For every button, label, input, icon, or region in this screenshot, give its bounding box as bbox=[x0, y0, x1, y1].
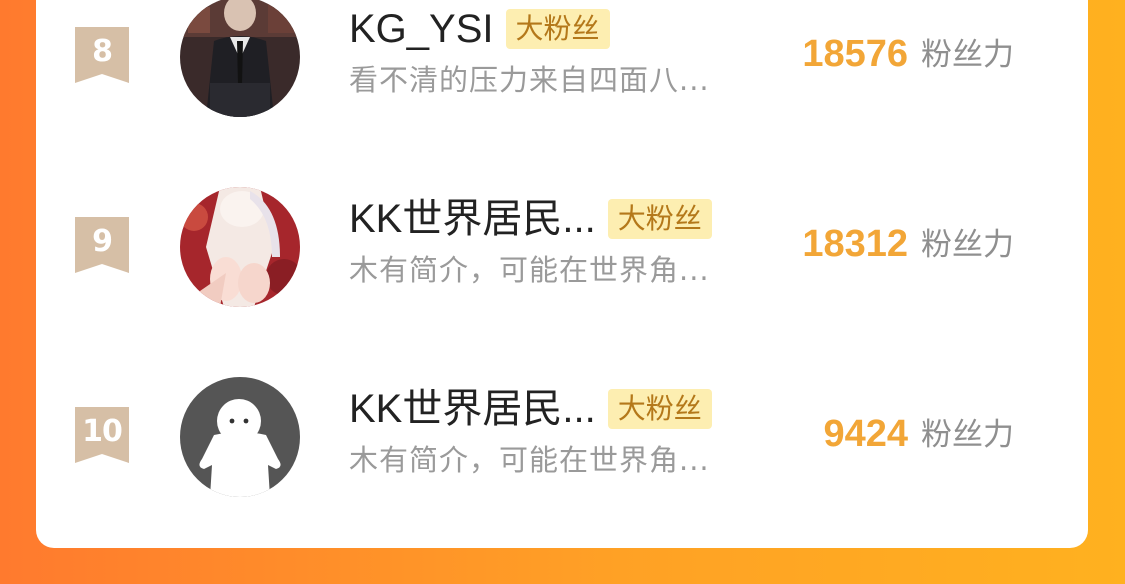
fan-level-badge: 大粉丝 bbox=[505, 9, 610, 49]
fan-ranking-card: 8 KG_YSI 大粉丝 看不清的压力来自四面八... 18576 粉丝力 9 … bbox=[36, 0, 1088, 548]
fan-level-badge: 大粉丝 bbox=[607, 389, 712, 429]
fan-power-label: 粉丝力 bbox=[921, 227, 1014, 263]
username-line: KK世界居民... 大粉丝 bbox=[349, 194, 712, 244]
user-avatar[interactable] bbox=[180, 377, 300, 497]
fan-power-score: 18576 bbox=[802, 33, 908, 75]
user-avatar[interactable] bbox=[180, 187, 300, 307]
fan-list-item-8[interactable]: 8 KG_YSI 大粉丝 看不清的压力来自四面八... 18576 粉丝力 bbox=[36, 0, 1088, 150]
user-bio: 木有简介，可能在世界角... bbox=[349, 443, 710, 477]
username-line: KG_YSI 大粉丝 bbox=[349, 4, 610, 54]
username[interactable]: KK世界居民... bbox=[349, 195, 596, 243]
rank-ribbon: 9 bbox=[75, 217, 129, 273]
user-bio: 看不清的压力来自四面八... bbox=[349, 63, 710, 97]
default-ghost-avatar-icon bbox=[180, 377, 300, 497]
man-in-suit-avatar-icon bbox=[180, 0, 300, 117]
rank-ribbon: 10 bbox=[75, 407, 129, 463]
rank-number: 10 bbox=[82, 414, 123, 449]
fan-power-label: 粉丝力 bbox=[921, 417, 1014, 453]
fan-list-item-9[interactable]: 9 KK世界居民... 大粉丝 木有简介，可能在世界角... 18312 粉丝力 bbox=[36, 150, 1088, 340]
rank-number: 9 bbox=[92, 224, 113, 259]
user-avatar[interactable] bbox=[180, 0, 300, 117]
username-line: KK世界居民... 大粉丝 bbox=[349, 384, 712, 434]
user-bio: 木有简介，可能在世界角... bbox=[349, 253, 710, 287]
fan-power-label: 粉丝力 bbox=[921, 37, 1014, 73]
rank-number: 8 bbox=[92, 34, 113, 69]
username[interactable]: KK世界居民... bbox=[349, 385, 596, 433]
fan-power-score: 18312 bbox=[802, 223, 908, 265]
username[interactable]: KG_YSI bbox=[349, 5, 494, 53]
anime-girl-avatar-icon bbox=[180, 187, 300, 307]
fan-list-item-10[interactable]: 10 KK世界居民... 大粉丝 木有简介，可能在世界角... 9424 粉丝力 bbox=[36, 340, 1088, 530]
fan-power-score: 9424 bbox=[823, 413, 908, 455]
fan-level-badge: 大粉丝 bbox=[607, 199, 712, 239]
rank-ribbon: 8 bbox=[75, 27, 129, 83]
